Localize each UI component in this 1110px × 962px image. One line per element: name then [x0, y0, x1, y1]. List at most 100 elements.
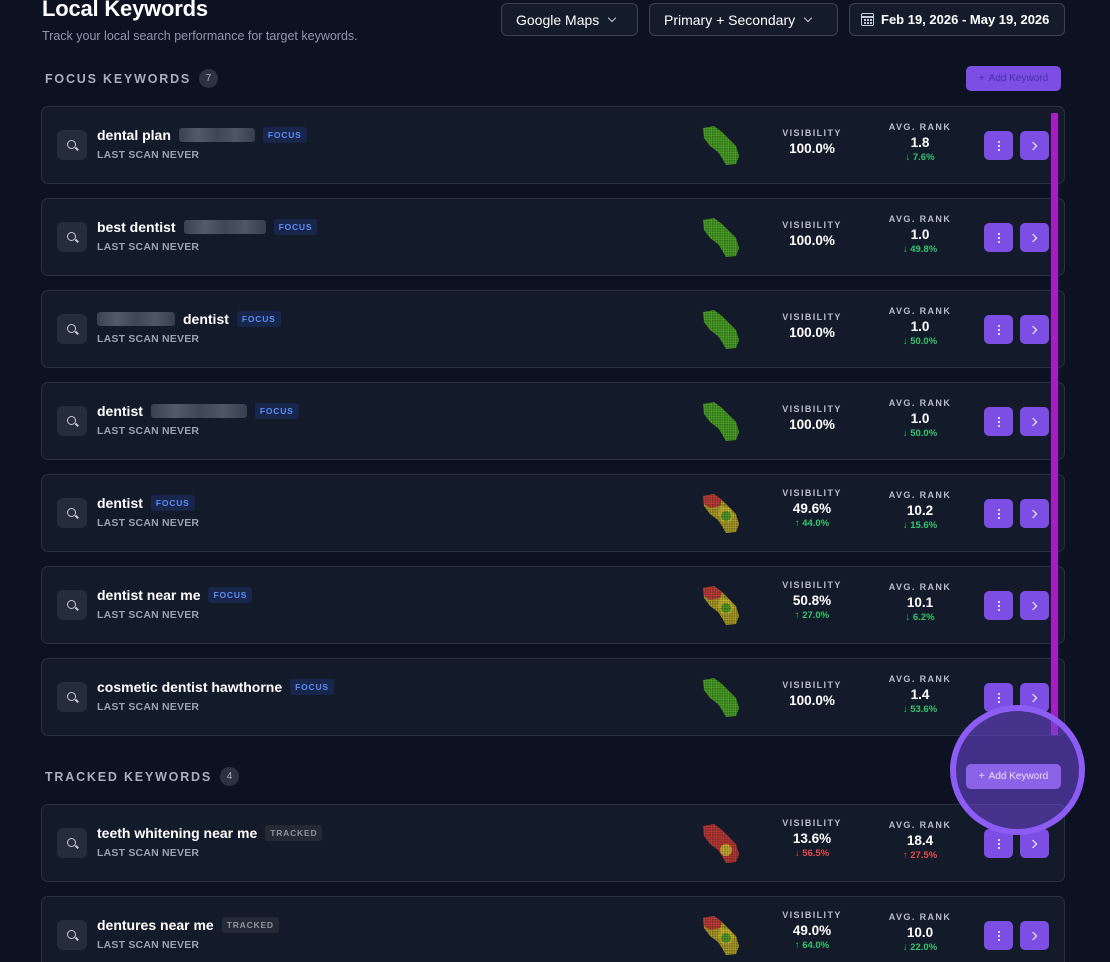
keyword-title-line: dentist FOCUS: [97, 495, 195, 511]
visibility-value: 100.0%: [789, 233, 835, 248]
focus-keyword-row: dentist near me FOCUS LAST SCAN NEVER VISIB…: [41, 566, 1065, 644]
visibility-stat: VISIBILITY 100.0%: [772, 312, 852, 340]
more-options-button[interactable]: [984, 921, 1013, 950]
visibility-label: VISIBILITY: [782, 404, 842, 414]
more-vertical-icon: [997, 604, 1000, 607]
date-range-picker[interactable]: Feb 19, 2026 - May 19, 2026: [849, 3, 1065, 36]
focus-keyword-row: dental plan FOCUS LAST SCAN NEVER VISIBILIT…: [41, 106, 1065, 184]
more-options-button[interactable]: [984, 223, 1013, 252]
tracked-count-badge: 4: [220, 767, 239, 786]
add-focus-keyword-button[interactable]: + Add Keyword: [966, 66, 1061, 91]
focus-keyword-row: dentist FOCUS LAST SCAN NEVER VISIBILITY 100…: [41, 382, 1065, 460]
more-options-button[interactable]: [984, 499, 1013, 528]
avg-rank-value: 1.0: [910, 319, 930, 334]
more-options-button[interactable]: [984, 591, 1013, 620]
avg-rank-label: AVG. RANK: [888, 306, 952, 316]
keyword-name: teeth whitening near me: [97, 825, 258, 841]
keyword-search-button[interactable]: [57, 828, 87, 858]
focus-badge: FOCUS: [273, 219, 318, 235]
chevron-right-icon: [1028, 325, 1038, 334]
keyword-search-button[interactable]: [57, 590, 87, 620]
more-vertical-icon: [997, 144, 1000, 147]
last-scan-text: LAST SCAN NEVER: [97, 149, 200, 161]
redacted-text: [183, 220, 266, 234]
avg-rank-label: AVG. RANK: [888, 214, 952, 224]
focus-keyword-row: cosmetic dentist hawthorne FOCUS LAST SCAN…: [41, 658, 1065, 736]
search-icon: [66, 929, 76, 939]
open-keyword-button[interactable]: [1020, 131, 1049, 160]
open-keyword-button[interactable]: [1020, 315, 1049, 344]
open-keyword-button[interactable]: [1020, 223, 1049, 252]
visibility-change: ↑ 64.0%: [794, 940, 830, 951]
search-icon: [66, 507, 76, 517]
open-keyword-button[interactable]: [1020, 407, 1049, 436]
redacted-text: [97, 312, 175, 326]
visibility-label: VISIBILITY: [782, 220, 842, 230]
chevron-down-icon: [803, 13, 813, 22]
page-subtitle: Track your local search performance for …: [42, 29, 358, 43]
keyword-name: dentist near me: [97, 587, 201, 603]
focus-badge: FOCUS: [262, 127, 307, 143]
visibility-value: 100.0%: [789, 417, 835, 432]
more-options-button[interactable]: [984, 131, 1013, 160]
keyword-search-button[interactable]: [57, 130, 87, 160]
visibility-label: VISIBILITY: [782, 680, 842, 690]
more-options-button[interactable]: [984, 315, 1013, 344]
focus-count-badge: 7: [199, 69, 219, 88]
more-vertical-icon: [997, 934, 1000, 937]
tracked-badge: TRACKED: [265, 825, 323, 841]
visibility-value: 100.0%: [789, 325, 835, 340]
redacted-text: [150, 404, 247, 418]
avg-rank-label: AVG. RANK: [888, 122, 952, 132]
engine-select[interactable]: Google Maps: [501, 3, 638, 36]
keyword-search-button[interactable]: [57, 498, 87, 528]
keyword-search-button[interactable]: [57, 406, 87, 436]
keyword-search-button[interactable]: [57, 314, 87, 344]
last-scan-text: LAST SCAN NEVER: [97, 333, 200, 345]
rank-heatmap: [703, 586, 739, 625]
avg-rank-label: AVG. RANK: [888, 398, 952, 408]
keyword-name: cosmetic dentist hawthorne: [97, 679, 283, 695]
visibility-value: 100.0%: [789, 693, 835, 708]
keyword-title-line: dentist near me FOCUS: [97, 587, 253, 603]
keyword-search-button[interactable]: [57, 222, 87, 252]
open-keyword-button[interactable]: [1020, 591, 1049, 620]
avg-rank-value: 18.4: [906, 833, 934, 848]
add-keyword-label: Add Keyword: [988, 73, 1049, 84]
keyword-search-button[interactable]: [57, 920, 87, 950]
more-vertical-icon: [997, 328, 1000, 331]
more-vertical-icon: [997, 236, 1000, 239]
more-options-button[interactable]: [984, 407, 1013, 436]
visibility-value: 49.6%: [792, 501, 832, 516]
focus-badge: FOCUS: [208, 587, 253, 603]
visibility-change: ↑ 44.0%: [794, 518, 830, 529]
visibility-value: 100.0%: [789, 141, 835, 156]
chevron-right-icon: [1028, 601, 1038, 610]
keyword-name: dentist: [97, 403, 143, 419]
chevron-right-icon: [1028, 141, 1038, 150]
results-select[interactable]: Primary + Secondary: [649, 3, 838, 36]
visibility-label: VISIBILITY: [782, 818, 842, 828]
focus-badge: FOCUS: [236, 311, 281, 327]
scrollbar[interactable]: [1051, 113, 1058, 735]
focus-section-header: FOCUS KEYWORDS 7: [45, 69, 219, 88]
more-vertical-icon: [997, 696, 1000, 699]
avg-rank-label: AVG. RANK: [888, 490, 952, 500]
focus-badge: FOCUS: [254, 403, 299, 419]
avg-rank-value: 10.0: [906, 925, 934, 940]
avg-rank-stat: AVG. RANK 1.0 ↓ 50.0%: [880, 306, 960, 347]
add-tracked-keyword-button[interactable]: + Add Keyword: [966, 764, 1061, 789]
rank-heatmap: [703, 126, 739, 165]
tracked-badge: TRACKED: [221, 917, 279, 933]
open-keyword-button[interactable]: [1020, 921, 1049, 950]
tracked-keyword-row: teeth whitening near me TRACKED LAST SCAN …: [41, 804, 1065, 882]
keyword-search-button[interactable]: [57, 682, 87, 712]
keyword-name: dentist: [97, 495, 143, 511]
rank-heatmap: [703, 494, 739, 533]
visibility-label: VISIBILITY: [782, 128, 842, 138]
focus-badge: FOCUS: [150, 495, 195, 511]
focus-keyword-row: dentist FOCUS LAST SCAN NEVER VISIBILITY 100…: [41, 290, 1065, 368]
keyword-name: dentures near me: [97, 917, 214, 933]
last-scan-text: LAST SCAN NEVER: [97, 847, 200, 859]
open-keyword-button[interactable]: [1020, 499, 1049, 528]
